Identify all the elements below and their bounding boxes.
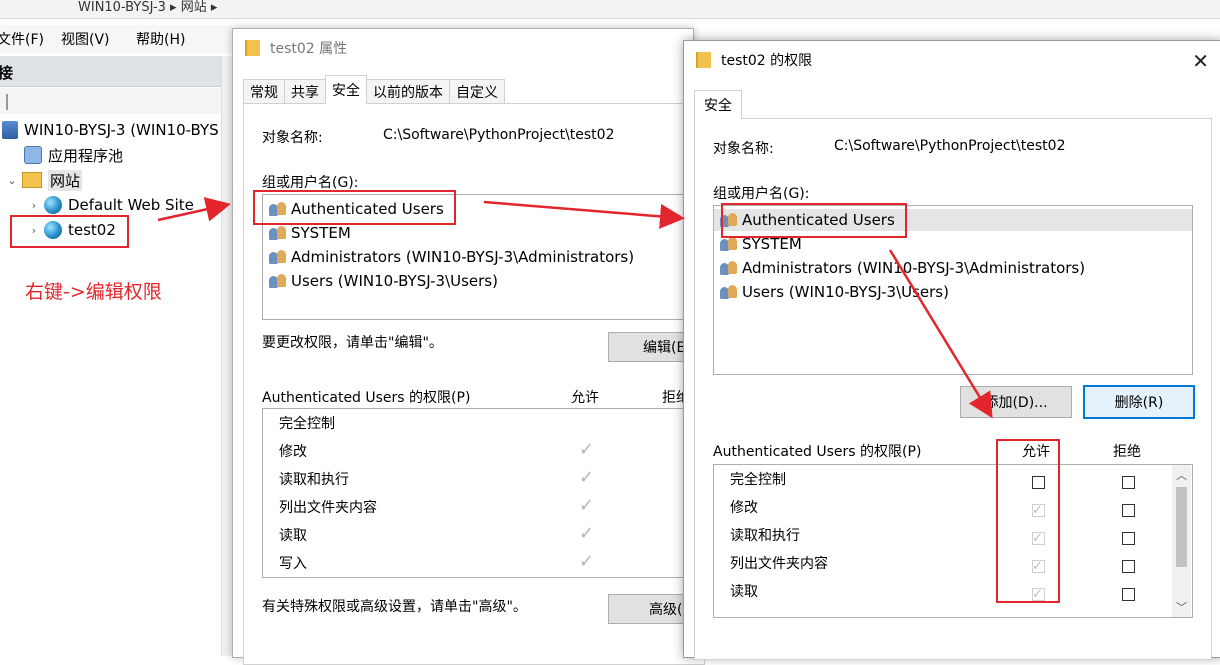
permissions-tabs: 安全 (694, 90, 742, 119)
annotation-arrows (157, 197, 993, 419)
arrow-props-to-perms (483, 200, 685, 229)
tab-security[interactable]: 安全 (694, 90, 742, 119)
arrow-test02-to-props (157, 197, 231, 222)
tab-security[interactable]: 安全 (325, 75, 367, 104)
arrow-user-to-allow (888, 249, 993, 419)
